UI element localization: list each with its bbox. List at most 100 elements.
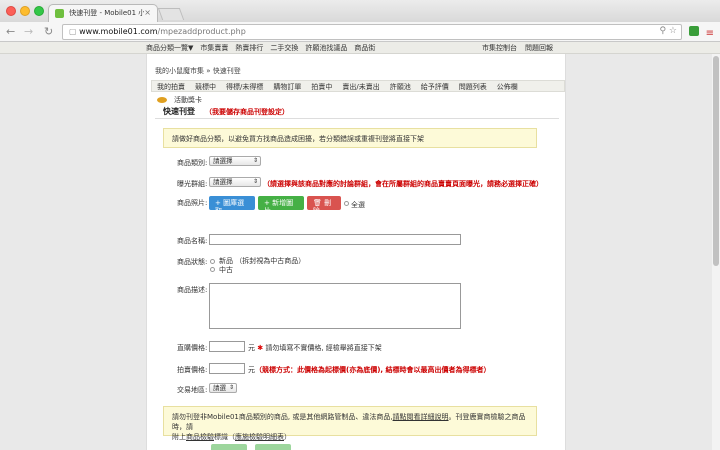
buy-price-input[interactable] <box>209 341 245 352</box>
trash-icon: 🗑 <box>313 199 325 207</box>
browser-titlebar: 快速刊登 - Mobile01 小廚魔 × <box>0 0 720 22</box>
region-select[interactable]: 請選 ⇕ <box>209 383 237 393</box>
delete-image-button[interactable]: 🗑 刪除 <box>307 196 341 215</box>
nav-item-categories[interactable]: 商品分類一覽▼ <box>146 44 193 52</box>
inspection-table-link[interactable]: 應施檢驗明細表 <box>235 433 284 441</box>
nav-item-trade[interactable]: 二手交換 <box>270 44 298 52</box>
group-label: 曝光群組: <box>177 180 208 188</box>
scrollbar-thumb[interactable] <box>713 56 719 266</box>
tab-questions[interactable]: 問題列表 <box>454 81 492 93</box>
status-used-radio[interactable] <box>210 267 215 272</box>
group-select-value: 請選擇 <box>213 178 233 186</box>
bid-price-note: （競標方式：此價格為起標價(亦為底價), 結標時會以最高出價者為得標者） <box>255 366 491 374</box>
policy-notice: 請勿刊登非Mobile01商品類別的商品, 或是其他網路管制品、違法商品,請點閱… <box>163 406 537 441</box>
tab-ratings[interactable]: 給予評價 <box>416 81 454 93</box>
scrollbar[interactable] <box>712 54 720 450</box>
minimize-window-button[interactable] <box>20 6 30 16</box>
url-host: www.mobile01.com <box>79 27 158 36</box>
tab-events[interactable]: 活動獎卡 <box>152 93 212 107</box>
policy-text-3: 附上 <box>172 433 186 441</box>
buy-price-unit: 元 ✱ 請勿填寫不實價格, 經檢舉將直接下架 <box>248 343 382 353</box>
breadcrumb: 我的小鼠魔市集 » 快速刊登 <box>155 67 241 75</box>
status-new-radio[interactable] <box>210 259 215 264</box>
status-label: 商品狀態: <box>177 258 208 266</box>
bid-price-unit: 元 <box>248 366 255 374</box>
tab-bidding[interactable]: 競標中 <box>190 81 221 93</box>
reload-icon[interactable]: ↻ <box>44 25 53 38</box>
tab-sold[interactable]: 賣出/未賣出 <box>337 81 384 93</box>
tab-board[interactable]: 公佈欄 <box>492 81 523 93</box>
medal-icon <box>157 97 167 103</box>
url-path: /mpezaddproduct.php <box>157 27 246 36</box>
category-select-value: 請選擇 <box>213 157 233 165</box>
select-all-label: 全選 <box>351 201 365 209</box>
policy-text-1: 請勿刊登非Mobile01商品類別的商品, 或是其他網路管制品、違法商品, <box>172 413 393 421</box>
policy-detail-link[interactable]: 請點閱看詳細說明 <box>393 413 449 421</box>
extension-icon[interactable] <box>689 26 700 36</box>
inspection-link[interactable]: 商品檢驗 <box>186 433 214 441</box>
bid-price-label: 拍賣價格: <box>177 366 208 374</box>
policy-text-4: 標識（ <box>214 433 235 441</box>
photo-label: 商品照片: <box>177 199 208 207</box>
buy-price-label: 直購價格: <box>177 344 208 352</box>
search-icon[interactable]: ⚲ <box>659 26 666 36</box>
group-select[interactable]: 請選擇 ⇕ <box>209 177 261 187</box>
tab-wishlist[interactable]: 許願池 <box>385 81 416 93</box>
close-window-button[interactable] <box>6 6 16 16</box>
required-star-icon: ✱ <box>257 344 264 352</box>
tab-title: 快速刊登 - Mobile01 小廚魔 <box>69 9 145 17</box>
submit-button[interactable] <box>211 444 247 450</box>
nav-item-wish[interactable]: 許願池找議品 <box>305 44 347 52</box>
browser-tab[interactable]: 快速刊登 - Mobile01 小廚魔 × <box>48 4 158 22</box>
policy-text-5: ） <box>284 433 291 441</box>
nav-item-report[interactable]: 問題回報 <box>525 44 553 52</box>
group-warning: （請選擇與該商品對應的討論群組，會在所屬群組的商品賣賣頁面曝光，請務必選擇正確） <box>263 180 543 188</box>
gallery-select-button[interactable]: + 圖庫選取 <box>209 196 255 215</box>
chevron-updown-icon: ⇕ <box>228 384 234 391</box>
category-label: 商品類別: <box>177 159 208 167</box>
name-label: 商品名稱: <box>177 237 208 245</box>
description-textarea[interactable] <box>209 283 461 329</box>
site-nav-right: 市集控制台 問題回報 <box>482 43 561 53</box>
tab-orders[interactable]: 購物訂單 <box>268 81 306 93</box>
desc-label: 商品描述: <box>177 286 208 294</box>
category-notice: 請做好商品分類，以避免買方找商品造成困擾，若分類錯誤或重複刊登將直接下架 <box>163 128 537 148</box>
nav-item-street[interactable]: 商品街 <box>354 44 375 52</box>
tab-won[interactable]: 得標/未得標 <box>221 81 268 93</box>
forward-arrow-icon[interactable]: → <box>24 25 33 38</box>
new-tab-button[interactable] <box>157 8 185 20</box>
add-image-button[interactable]: + 新增圖片 <box>258 196 304 215</box>
divider <box>155 118 559 119</box>
nav-item-ranking[interactable]: 熱賣排行 <box>235 44 263 52</box>
site-nav: 商品分類一覽▼ 市集賣賣 熱賣排行 二手交換 許願池找議品 商品街 市集控制台 問題回報 <box>0 42 720 54</box>
page-content: 我的小鼠魔市集 » 快速刊登 我的拍賣 競標中 得標/未得標 購物訂單 拍賣中 賣出/未賣… <box>146 54 566 450</box>
nav-item-market[interactable]: 市集賣賣 <box>200 44 228 52</box>
close-tab-icon[interactable]: × <box>144 8 151 17</box>
zoom-window-button[interactable] <box>34 6 44 16</box>
account-tabs: 我的拍賣 競標中 得標/未得標 購物訂單 拍賣中 賣出/未賣出 許願池 給予評價 問題列表 公佈欄… <box>151 80 565 104</box>
tab-selling[interactable]: 拍賣中 <box>306 81 337 93</box>
menu-icon[interactable]: ≡ <box>706 28 714 39</box>
page-icon: ▢ <box>69 27 80 36</box>
preview-button[interactable] <box>255 444 291 450</box>
star-icon[interactable]: ☆ <box>669 26 677 36</box>
omnibox-actions: ⚲ ☆ <box>659 26 677 36</box>
category-select[interactable]: 請選擇 ⇕ <box>209 156 261 166</box>
region-select-value: 請選 <box>213 384 226 392</box>
nav-item-console[interactable]: 市集控制台 <box>482 44 517 52</box>
select-all-checkbox[interactable] <box>344 201 349 206</box>
buy-price-note: 請勿填寫不實價格, 經檢舉將直接下架 <box>265 344 382 352</box>
back-arrow-icon[interactable]: ← <box>6 25 15 38</box>
tab-my-auctions[interactable]: 我的拍賣 <box>152 81 190 93</box>
bid-price-input[interactable] <box>209 363 245 374</box>
chevron-updown-icon: ⇕ <box>252 157 258 164</box>
product-name-input[interactable] <box>209 234 461 245</box>
status-used-label: 中古 <box>219 266 233 274</box>
chevron-updown-icon: ⇕ <box>252 178 258 185</box>
address-bar[interactable]: ▢ www.mobile01.com/mpezaddproduct.php ⚲ … <box>62 24 682 40</box>
tab-events-label: 活動獎卡 <box>174 96 202 104</box>
favicon-icon <box>55 8 64 18</box>
buy-price-unit-text: 元 <box>248 344 255 352</box>
save-settings-link[interactable]: （我要儲存商品刊登設定） <box>205 107 289 117</box>
region-label: 交易地區: <box>177 386 208 394</box>
